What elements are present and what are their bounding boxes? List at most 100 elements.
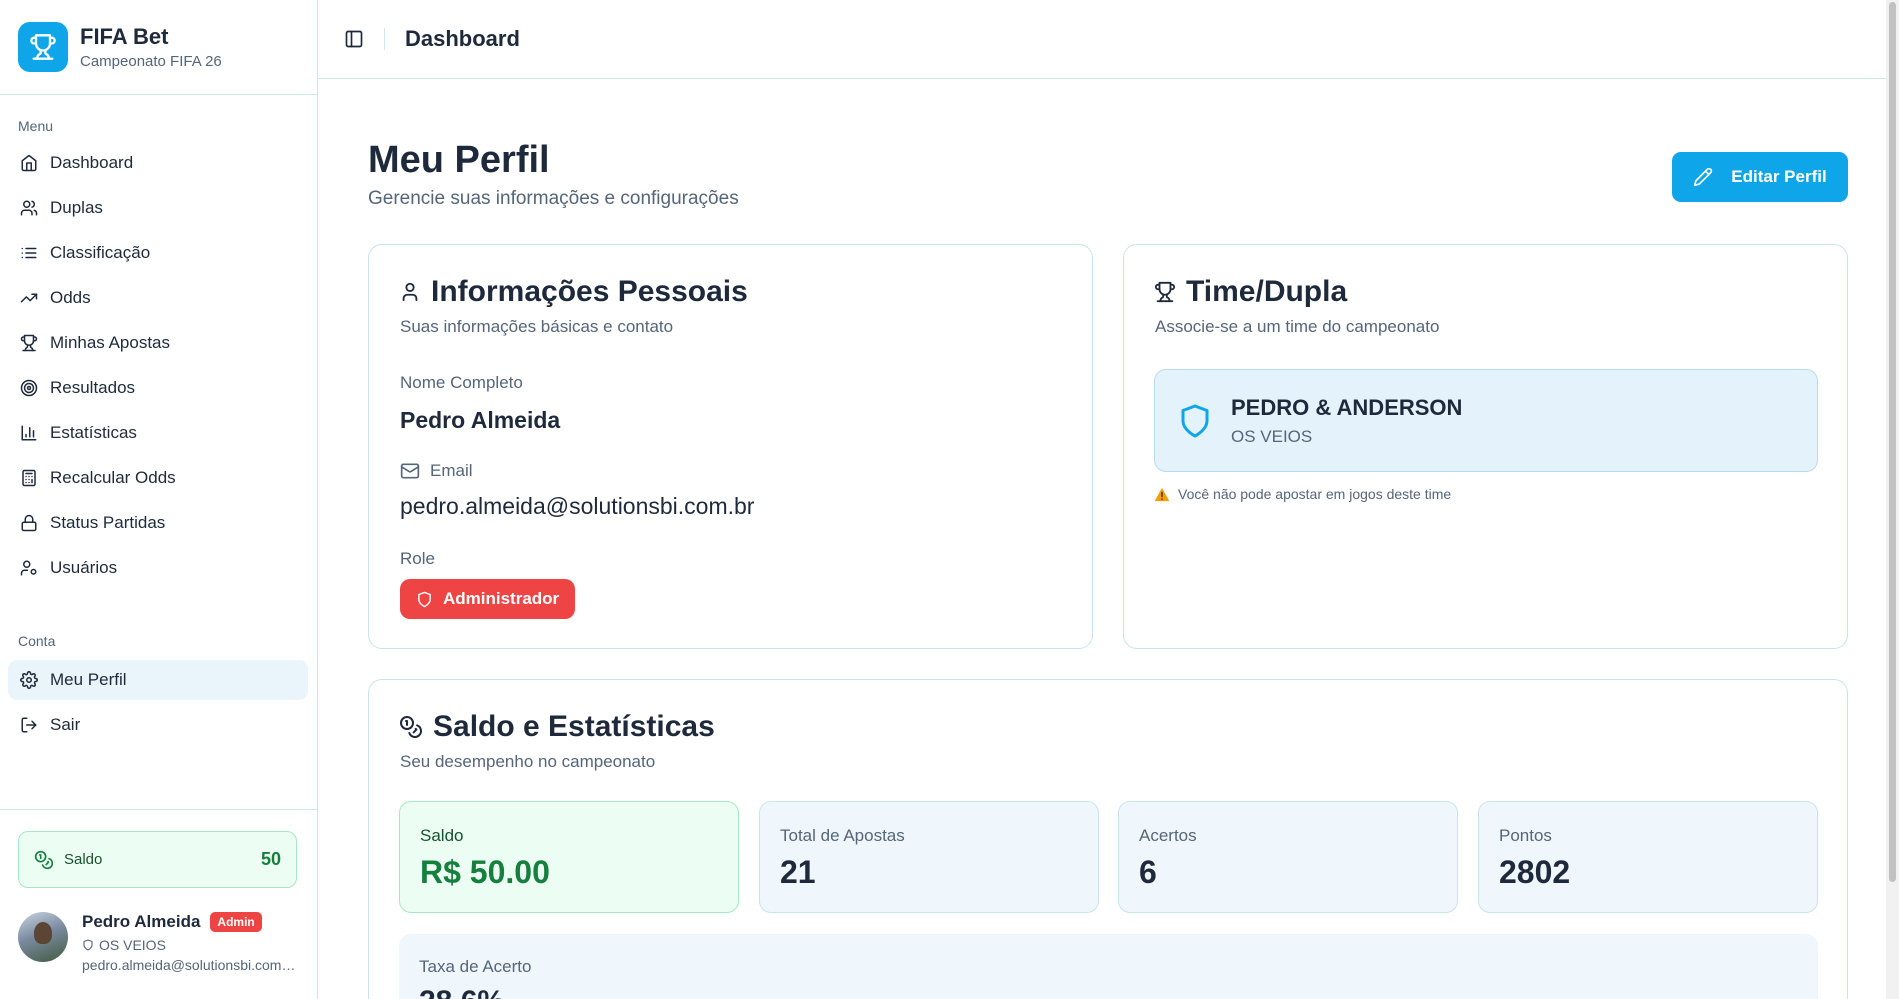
page-subtitle: Gerencie suas informações e configuraçõe… [368,188,739,209]
shield-icon [416,591,433,608]
target-icon [19,378,39,398]
top-bar: Dashboard [318,0,1886,79]
sidebar-item-sair[interactable]: Sair [8,705,308,745]
menu-section-label: Menu [18,118,54,134]
stat-value: 2802 [1499,854,1571,890]
app-name: FIFA Bet [80,24,169,49]
account-nav: Meu Perfil Sair [8,660,308,750]
scrollbar-thumb[interactable] [1889,2,1896,882]
sidebar-item-label: Estatísticas [50,423,137,442]
stat-value: 6 [1139,854,1157,890]
balance-label: Saldo [64,851,103,868]
list-icon [19,243,39,263]
stat-label: Saldo [420,826,464,845]
sidebar: FIFA Bet Campeonato FIFA 26 Menu Dashboa… [0,0,318,999]
team-title: Time/Dupla [1186,275,1348,308]
hit-rate-box: Taxa de Acerto 28.6% [399,934,1818,999]
user-icon [399,281,421,303]
home-icon [19,153,39,173]
lock-icon [19,513,39,533]
coins-icon [399,715,423,739]
stats-title: Saldo e Estatísticas [433,710,715,743]
sidebar-item-label: Classificação [50,243,151,262]
sidebar-item-minhas-apostas[interactable]: Minhas Apostas [8,323,308,363]
email-value: pedro.almeida@solutionsbi.com.br [400,493,755,519]
sidebar-item-meu-perfil[interactable]: Meu Perfil [8,660,308,700]
logout-icon [19,715,39,735]
sidebar-item-classificacao[interactable]: Classificação [8,233,308,273]
sidebar-item-label: Resultados [50,378,136,397]
stat-card-acertos: Acertos 6 [1118,801,1458,913]
stat-value: 21 [780,854,816,890]
sidebar-item-usuarios[interactable]: Usuários [8,548,308,588]
calculator-icon [19,468,39,488]
header-title: Dashboard [405,26,520,51]
stat-card-pontos: Pontos 2802 [1478,801,1818,913]
personal-info-title: Informações Pessoais [431,275,748,308]
settings-icon [19,670,39,690]
team-name: PEDRO & ANDERSON [1231,394,1463,420]
email-label: Email [430,461,473,480]
panel-left-icon [344,29,364,49]
user-name: Pedro Almeida [82,912,201,931]
edit-profile-label: Editar Perfil [1731,167,1827,186]
trophy-icon [1154,281,1176,303]
team-card: Time/Dupla Associe-se a um time do campe… [1123,244,1848,649]
role-label: Role [400,549,435,568]
stat-label: Acertos [1139,826,1197,845]
sidebar-item-resultados[interactable]: Resultados [8,368,308,408]
sidebar-item-label: Status Partidas [50,513,166,532]
sidebar-item-estatisticas[interactable]: Estatísticas [8,413,308,453]
stat-card-total-apostas: Total de Apostas 21 [759,801,1099,913]
stat-label: Pontos [1499,826,1552,845]
personal-info-subtitle: Suas informações básicas e contato [400,317,674,336]
avatar [18,912,68,962]
sidebar-item-label: Usuários [50,558,118,577]
personal-info-card: Informações Pessoais Suas informações bá… [368,244,1093,649]
trophy-icon [18,22,68,72]
account-section-label: Conta [18,633,56,649]
role-value: Administrador [443,589,560,608]
name-value: Pedro Almeida [400,407,561,433]
sidebar-item-recalcular-odds[interactable]: Recalcular Odds [8,458,308,498]
shield-icon [1177,401,1213,441]
stats-card: Saldo e Estatísticas Seu desempenho no c… [368,679,1848,999]
sidebar-item-odds[interactable]: Odds [8,278,308,318]
page-title: Meu Perfil [368,139,550,181]
team-sub: OS VEIOS [1231,426,1313,446]
edit-profile-button[interactable]: Editar Perfil [1672,152,1848,202]
stat-value: R$ 50.00 [420,854,550,890]
brand[interactable]: FIFA Bet Campeonato FIFA 26 [0,0,317,95]
balance-value: 50 [260,849,281,869]
sidebar-item-status-partidas[interactable]: Status Partidas [8,503,308,543]
email-label-row: Email [400,461,473,481]
user-profile[interactable]: Pedro Almeida Admin OS VEIOS pedro.almei… [18,912,297,973]
team-info-box[interactable]: PEDRO & ANDERSON OS VEIOS [1154,369,1818,472]
team-warning: Você não pode apostar em jogos deste tim… [1154,486,1451,502]
role-badge: Administrador [400,579,576,619]
main-nav: Dashboard Duplas Classificação Odds Minh… [8,143,308,593]
pencil-icon [1693,167,1713,187]
hit-rate-label: Taxa de Acerto [419,957,532,976]
sidebar-item-duplas[interactable]: Duplas [8,188,308,228]
sidebar-item-label: Minhas Apostas [50,333,171,352]
sidebar-item-label: Sair [50,715,81,734]
trophy-icon [19,333,39,353]
user-cog-icon [19,558,39,578]
hit-rate-value: 28.6% [419,985,1818,999]
sidebar-item-label: Meu Perfil [50,670,127,689]
team-subtitle: Associe-se a um time do campeonato [1155,317,1440,336]
sidebar-item-label: Odds [50,288,91,307]
sidebar-item-label: Dashboard [50,153,134,172]
sidebar-toggle-button[interactable] [342,27,366,51]
warning-icon [1154,487,1170,502]
app-subtitle: Campeonato FIFA 26 [80,53,222,70]
users-icon [19,198,39,218]
user-team: OS VEIOS [99,937,166,953]
stats-subtitle: Seu desempenho no campeonato [400,752,656,771]
coins-icon [34,850,54,870]
sidebar-item-dashboard[interactable]: Dashboard [8,143,308,183]
name-label: Nome Completo [400,373,523,392]
header-divider [384,28,385,50]
bar-chart-icon [19,423,39,443]
